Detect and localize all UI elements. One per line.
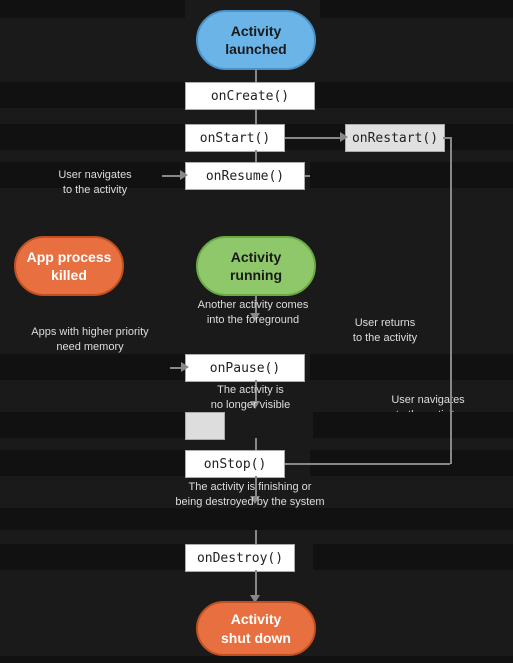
apps-priority-label: Apps with higher priorityneed memory (5, 325, 175, 356)
lifecycle-diagram: Activitylaunched onCreate() onStart() on… (0, 0, 513, 663)
finishing-label: The activity is finishing orbeing destro… (150, 480, 350, 511)
on-pause-method: onPause() (185, 354, 305, 382)
activity-shut-down-node: Activityshut down (196, 601, 316, 656)
activity-launched-node: Activitylaunched (196, 10, 316, 70)
user-returns-label: User returnsto the activity (320, 316, 450, 347)
on-start-method: onStart() (185, 124, 285, 152)
no-longer-visible-label: The activity isno longer visible (178, 383, 323, 414)
on-restart-method: onRestart() (345, 124, 445, 152)
on-resume-method: onResume() (185, 162, 305, 190)
on-stop-method: onStop() (185, 450, 285, 478)
another-activity-label: Another activity comesinto the foregroun… (178, 298, 328, 329)
placeholder-box (185, 412, 225, 440)
user-navigates-label: User navigatesto the activity (10, 168, 180, 199)
app-process-killed-node: App processkilled (14, 236, 124, 296)
on-destroy-method: onDestroy() (185, 544, 295, 572)
activity-running-node: Activityrunning (196, 236, 316, 296)
on-create-method: onCreate() (185, 82, 315, 110)
